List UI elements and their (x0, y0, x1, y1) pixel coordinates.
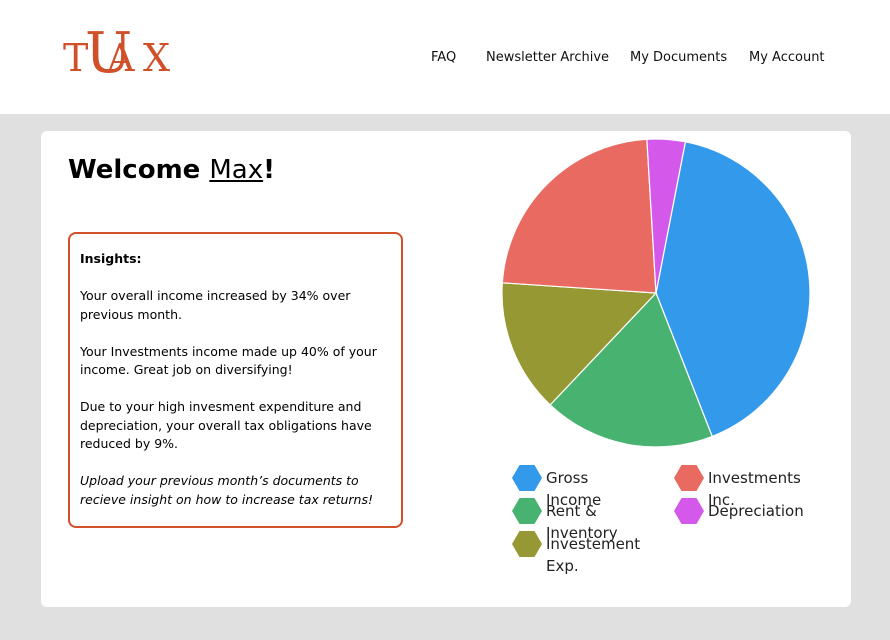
legend-label: Investement Exp. (546, 535, 641, 575)
logo-letter-x: X (143, 36, 171, 80)
pie-chart (501, 138, 811, 448)
legend-label: Depreciation (708, 502, 804, 520)
dashboard-card: Welcome Max! Insights: Your overall inco… (41, 131, 851, 607)
pie-slice-investments-inc[interactable] (501, 138, 657, 294)
nav-my-documents[interactable]: My Documents (630, 50, 727, 65)
nav-faq[interactable]: FAQ (431, 50, 456, 65)
logo-letter-a: A (107, 36, 135, 80)
tuax-logo[interactable]: T U A X (63, 26, 173, 88)
nav-newsletter-archive[interactable]: Newsletter Archive (486, 50, 609, 65)
nav-my-account[interactable]: My Account (749, 50, 825, 65)
header: T U A X FAQ Newsletter Archive My Docume… (0, 0, 890, 114)
